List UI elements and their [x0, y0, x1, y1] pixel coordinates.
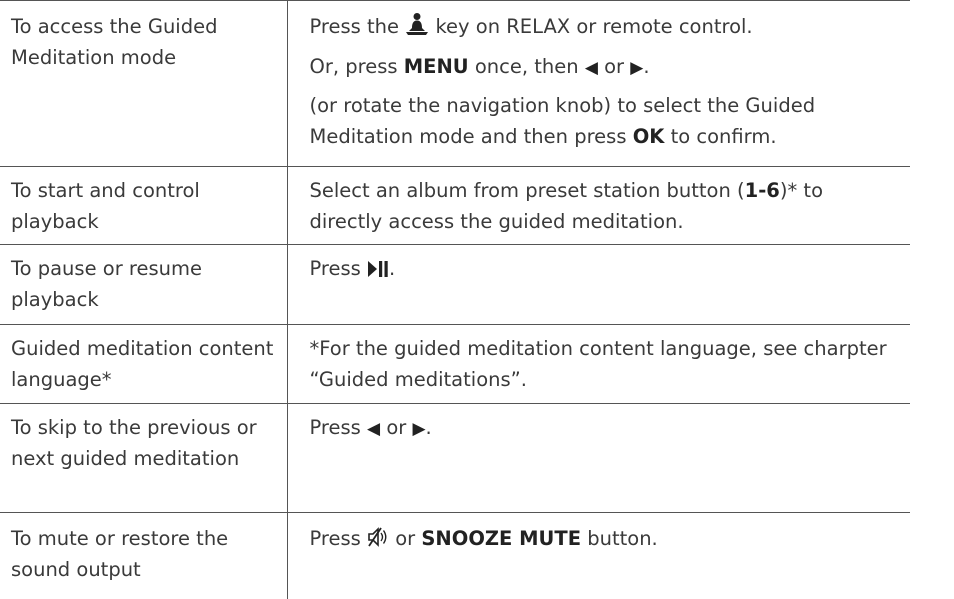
- text: or: [395, 527, 415, 550]
- text: .: [426, 416, 432, 439]
- preset-range: 1-6: [745, 179, 780, 202]
- right-triangle-icon: ▶: [412, 419, 425, 439]
- left-triangle-icon: ◀: [367, 419, 380, 439]
- action-cell: To start and control playback: [0, 167, 287, 245]
- play-pause-icon: [367, 256, 389, 287]
- action-cell: To pause or resume playback: [0, 245, 287, 325]
- table-row: To start and control playback Select an …: [0, 167, 910, 245]
- text: Press: [310, 257, 361, 280]
- text: key on RELAX or remote control.: [435, 15, 752, 38]
- text: or: [604, 55, 624, 78]
- left-triangle-icon: ◀: [585, 58, 598, 78]
- text: Press: [310, 416, 361, 439]
- mute-icon: [367, 526, 389, 557]
- snooze-mute-label: SNOOZE MUTE: [421, 527, 581, 550]
- meditation-icon: [405, 12, 429, 45]
- text: .: [389, 257, 395, 280]
- table-row: Guided meditation content language* *For…: [0, 325, 910, 404]
- text: Press the: [310, 15, 400, 38]
- instruction-line: Or, press MENU once, then ◀ or ▶.: [310, 51, 901, 84]
- text: Press: [310, 527, 361, 550]
- description-cell: Select an album from preset station butt…: [287, 167, 910, 245]
- instruction-line: (or rotate the navigation knob) to selec…: [310, 90, 901, 152]
- table-row: To pause or resume playback Press .: [0, 245, 910, 325]
- instruction-line: Press the key on RELAX or remote control…: [310, 11, 901, 45]
- instruction-table: To access the Guided Meditation mode Pre…: [0, 0, 910, 599]
- text: .: [643, 55, 649, 78]
- text: to confirm.: [671, 125, 777, 148]
- description-cell: Press ◀ or ▶.: [287, 404, 910, 513]
- menu-key-label: MENU: [404, 55, 469, 78]
- right-triangle-icon: ▶: [630, 58, 643, 78]
- text: or: [386, 416, 406, 439]
- action-cell: To access the Guided Meditation mode: [0, 1, 287, 167]
- ok-key-label: OK: [633, 125, 665, 148]
- action-cell: To skip to the previous or next guided m…: [0, 404, 287, 513]
- table-row: To skip to the previous or next guided m…: [0, 404, 910, 513]
- text: Select an album from preset station butt…: [310, 179, 745, 202]
- action-cell: To mute or restore the sound output: [0, 513, 287, 599]
- text: once, then: [475, 55, 579, 78]
- text: Or, press: [310, 55, 398, 78]
- action-cell: Guided meditation content language*: [0, 325, 287, 404]
- description-cell: Press the key on RELAX or remote control…: [287, 1, 910, 167]
- description-cell: Press or SNOOZE MUTE button.: [287, 513, 910, 599]
- description-cell: Press .: [287, 245, 910, 325]
- table-row: To mute or restore the sound output Pres…: [0, 513, 910, 599]
- description-cell: *For the guided meditation content langu…: [287, 325, 910, 404]
- table-row: To access the Guided Meditation mode Pre…: [0, 1, 910, 167]
- text: button.: [587, 527, 658, 550]
